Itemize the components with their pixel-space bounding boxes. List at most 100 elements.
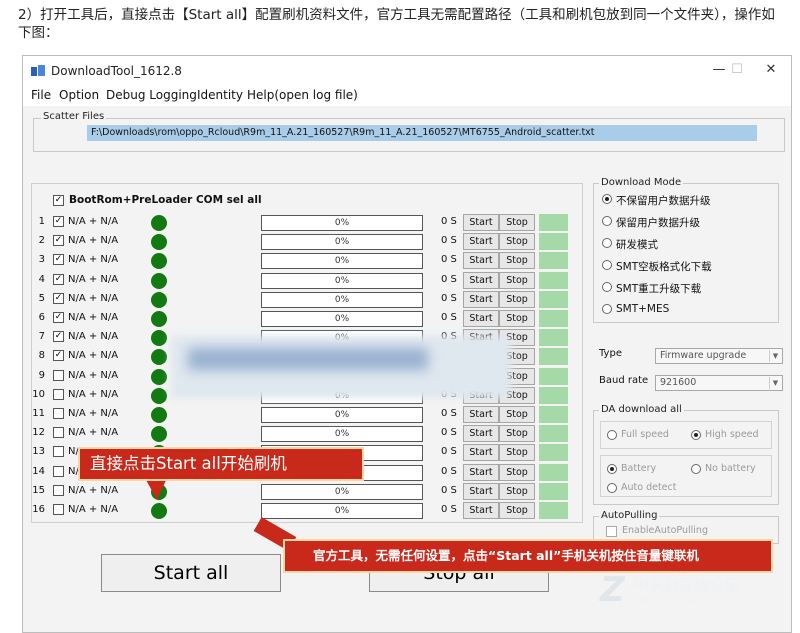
port-start-button[interactable]: Start <box>463 214 499 231</box>
mode-option-3: 研发模式 <box>616 239 658 251</box>
mode-radio-3[interactable] <box>602 238 612 248</box>
elapsed-time: 0 S <box>441 484 457 496</box>
port-checkbox[interactable] <box>53 427 64 439</box>
port-result-box <box>539 367 568 385</box>
port-result-box <box>539 233 568 251</box>
port-checkbox[interactable]: ✓ <box>53 235 64 247</box>
mode-radio-5[interactable] <box>602 282 612 292</box>
elapsed-time: 0 S <box>441 273 457 285</box>
baud-rate-value: 921600 <box>660 377 697 388</box>
high-speed-radio[interactable] <box>691 430 701 440</box>
port-start-button[interactable]: Start <box>463 252 499 270</box>
port-checkbox[interactable]: ✓ <box>53 292 64 304</box>
mode-radio-6[interactable] <box>602 304 612 314</box>
port-row: 12 N/A + N/A 0% 0 S Start Stop <box>23 424 583 443</box>
progress-bar: 0% <box>261 272 423 289</box>
port-checkbox[interactable] <box>53 408 64 419</box>
minimize-button[interactable]: — <box>709 62 729 77</box>
port-stop-button[interactable]: Stop <box>499 444 535 462</box>
port-start-button[interactable]: Start <box>463 482 499 500</box>
port-name: N/A + N/A <box>68 292 119 304</box>
port-start-button[interactable]: Start <box>463 233 499 251</box>
port-stop-button[interactable]: Stop <box>499 252 535 270</box>
port-row: 11 N/A + N/A 0% 0 S Start Stop <box>23 405 583 424</box>
port-checkbox[interactable]: ✓ <box>53 216 64 227</box>
port-checkbox[interactable] <box>53 446 64 458</box>
port-stop-button[interactable]: Stop <box>499 406 535 423</box>
settings-group: Type Firmware upgrade ▼ Baud rate 921600… <box>593 336 783 396</box>
scatter-path-field[interactable]: F:\Downloads\rom\oppo_Rcloud\R9m_11_A.21… <box>87 125 757 141</box>
no-battery-radio[interactable] <box>691 464 701 474</box>
port-checkbox[interactable] <box>53 465 64 477</box>
title-bar: DownloadTool_1612.8 — ☐ ✕ <box>23 56 791 86</box>
enable-auto-pulling-checkbox[interactable] <box>606 526 617 537</box>
status-indicator <box>151 272 167 289</box>
port-start-button[interactable]: Start <box>463 463 499 481</box>
port-stop-button[interactable]: Stop <box>499 425 535 443</box>
mode-option-2: 保留用户数据升级 <box>616 217 700 229</box>
menu-file[interactable]: File <box>31 88 51 102</box>
port-checkbox[interactable]: ✓ <box>53 312 64 323</box>
callout-instructions: 官方工具，无需任何设置，点击“Start all”手机关机按住音量键联机 <box>283 539 773 573</box>
port-checkbox[interactable] <box>53 504 64 515</box>
port-start-button[interactable]: Start <box>463 310 499 327</box>
port-start-button[interactable]: Start <box>463 425 499 443</box>
port-checkbox[interactable] <box>53 484 64 496</box>
baud-rate-select[interactable]: 921600 ▼ <box>655 375 783 391</box>
start-all-button[interactable]: Start all <box>101 554 281 592</box>
watermark-title: 中关村在线论坛 <box>634 576 740 594</box>
menu-identity[interactable]: Identity <box>197 88 243 102</box>
port-checkbox[interactable]: ✓ <box>53 350 64 362</box>
port-checkbox[interactable] <box>53 388 64 400</box>
port-stop-button[interactable]: Stop <box>499 233 535 251</box>
port-name: N/A + N/A <box>68 350 119 362</box>
enable-auto-pulling-label: EnableAutoPulling <box>622 525 708 536</box>
port-stop-button[interactable]: Stop <box>499 482 535 500</box>
elapsed-time: 0 S <box>441 235 457 247</box>
port-start-button[interactable]: Start <box>463 444 499 462</box>
port-stop-button[interactable]: Stop <box>499 502 535 519</box>
menu-debug-logging[interactable]: Debug Logging <box>106 88 197 102</box>
port-checkbox[interactable]: ✓ <box>53 331 64 343</box>
progress-bar: 0% <box>261 311 423 327</box>
baud-rate-label: Baud rate <box>599 375 649 386</box>
port-checkbox[interactable]: ✓ <box>53 254 64 266</box>
scatter-files-group: Scatter Files F:\Downloads\rom\oppo_Rclo… <box>33 111 785 152</box>
port-stop-button[interactable]: Stop <box>499 214 535 231</box>
port-start-button[interactable]: Start <box>463 271 499 289</box>
elapsed-time: 0 S <box>441 465 457 477</box>
port-start-button[interactable]: Start <box>463 502 499 519</box>
port-checkbox[interactable] <box>53 369 64 381</box>
maximize-button[interactable]: ☐ <box>727 62 747 77</box>
menu-help[interactable]: Help(open log file) <box>247 88 358 102</box>
menu-option[interactable]: Option <box>59 88 99 102</box>
port-name: N/A + N/A <box>68 369 119 381</box>
port-stop-button[interactable]: Stop <box>499 310 535 327</box>
type-select[interactable]: Firmware upgrade ▼ <box>655 348 783 364</box>
close-button[interactable]: ✕ <box>761 62 781 77</box>
port-start-button[interactable]: Start <box>463 290 499 308</box>
port-stop-button[interactable]: Stop <box>499 463 535 481</box>
auto-detect-radio[interactable] <box>607 483 617 493</box>
full-speed-label: Full speed <box>621 429 669 440</box>
port-number: 10 <box>32 388 45 400</box>
port-number: 5 <box>38 292 45 304</box>
da-download-label: DA download all <box>599 404 684 415</box>
status-indicator <box>151 368 167 385</box>
port-stop-button[interactable]: Stop <box>499 271 535 289</box>
port-number: 3 <box>38 254 45 266</box>
battery-radio[interactable] <box>607 464 617 474</box>
mode-radio-1[interactable] <box>602 194 612 204</box>
select-all-checkbox[interactable]: ✓ <box>53 195 64 206</box>
mode-radio-2[interactable] <box>602 216 612 226</box>
scatter-files-label: Scatter Files <box>41 111 107 122</box>
port-stop-button[interactable]: Stop <box>499 290 535 308</box>
elapsed-time: 0 S <box>441 292 457 304</box>
menu-bar: File Option Debug Logging Identity Help(… <box>23 86 791 106</box>
port-name: N/A + N/A <box>68 427 119 439</box>
power-group: Battery No battery Auto detect <box>600 455 772 497</box>
port-checkbox[interactable]: ✓ <box>53 273 64 285</box>
full-speed-radio[interactable] <box>607 430 617 440</box>
mode-radio-4[interactable] <box>602 260 612 270</box>
port-start-button[interactable]: Start <box>463 406 499 423</box>
